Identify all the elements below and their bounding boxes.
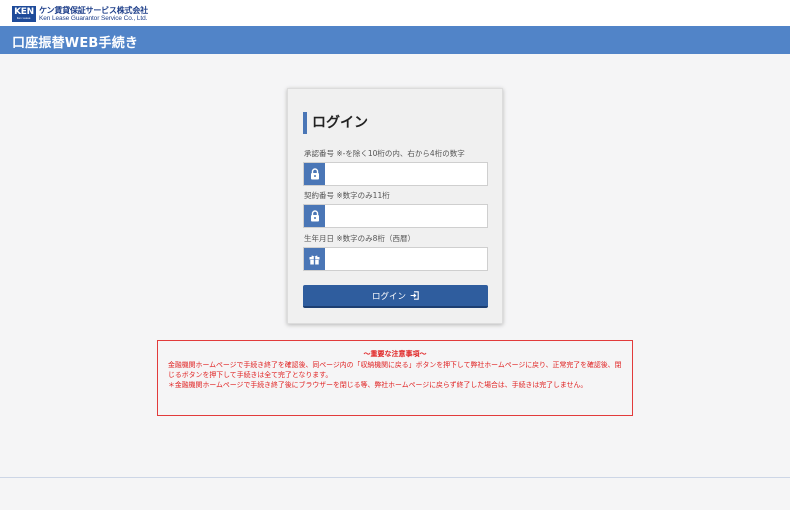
contract-number-label: 契約番号 ※数字のみ11桁: [304, 191, 390, 200]
title-bar: 口座振替WEB手続き: [0, 26, 790, 54]
company-name-en: Ken Lease Guarantor Service Co., Ltd.: [39, 14, 148, 22]
birthdate-label: 生年月日 ※数字のみ8桁（西暦）: [304, 234, 415, 243]
login-icon: [410, 291, 419, 300]
login-button-label: ログイン: [371, 291, 406, 302]
contract-number-field: [303, 204, 488, 228]
logo-text: ケン賃貸保証サービス株式会社 Ken Lease Guarantor Servi…: [39, 6, 148, 23]
footer-divider: [0, 477, 790, 478]
page-title: 口座振替WEB手続き: [12, 36, 139, 51]
logo-mark-subtext: Ken Lease: [17, 16, 31, 20]
important-notice: ～重要な注意事項～ 金融機関ホームページで手続き終了を確認後、同ページ内の「収納…: [157, 340, 633, 416]
approval-number-label: 承認番号 ※-を除く10桁の内、右から4桁の数字: [304, 149, 465, 158]
gift-icon: [304, 248, 325, 270]
login-button[interactable]: ログイン: [303, 285, 488, 308]
lock-icon: [304, 205, 325, 227]
login-heading: ログイン: [303, 112, 368, 134]
company-logo[interactable]: KEN Ken Lease ケン賃貸保証サービス株式会社 Ken Lease G…: [12, 5, 148, 23]
ken-logo-mark: KEN Ken Lease: [12, 6, 36, 22]
contract-number-input[interactable]: [325, 205, 487, 227]
lock-icon: [304, 163, 325, 185]
notice-text-2: ＊金融機関ホームページで手続き終了後にブラウザーを閉じる等、弊社ホームページに戻…: [168, 381, 588, 389]
birthdate-field: [303, 247, 488, 271]
company-name-jp: ケン賃貸保証サービス株式会社: [39, 5, 148, 15]
approval-number-field: [303, 162, 488, 186]
notice-text-1: 金融機関ホームページで手続き終了を確認後、同ページ内の「収納機関に戻る」ボタンを…: [168, 361, 622, 379]
approval-number-input[interactable]: [325, 163, 487, 185]
notice-title: ～重要な注意事項～: [363, 350, 427, 358]
birthdate-input[interactable]: [325, 248, 487, 270]
login-card: ログイン 承認番号 ※-を除く10桁の内、右から4桁の数字 契約番号 ※数字のみ…: [287, 88, 503, 324]
top-header: KEN Ken Lease ケン賃貸保証サービス株式会社 Ken Lease G…: [0, 0, 790, 26]
